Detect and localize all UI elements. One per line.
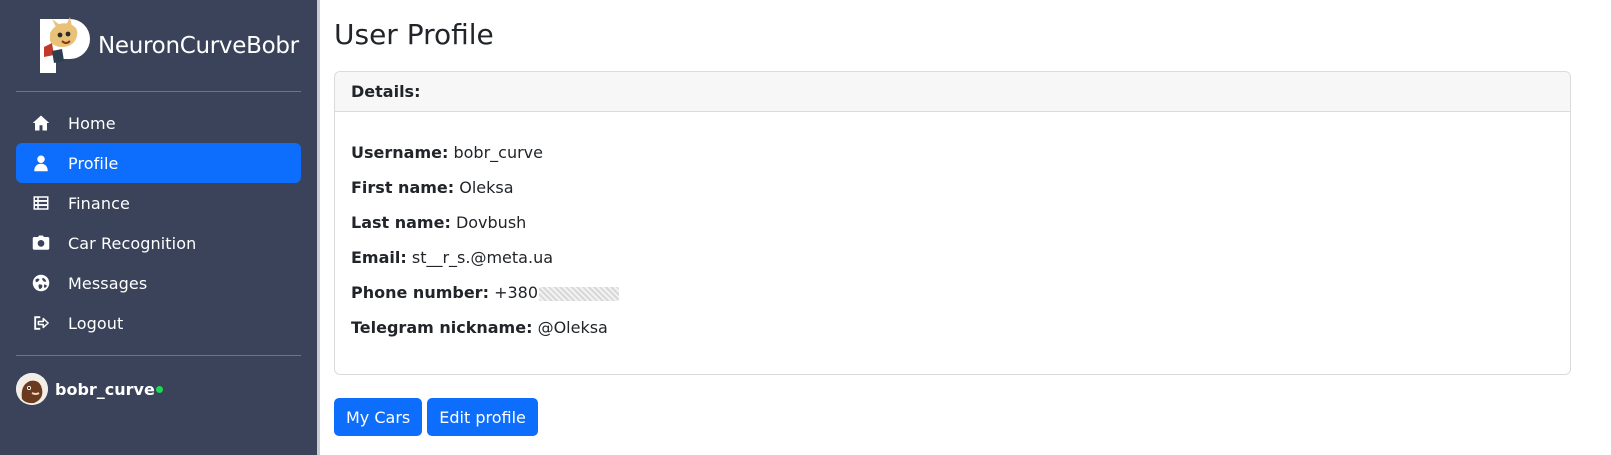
globe-icon (30, 272, 52, 294)
username-value: bobr_curve (453, 143, 543, 162)
phone-value: +380 (494, 283, 539, 302)
user-menu[interactable]: bobr_curve (16, 372, 301, 406)
telegram-label: Telegram nickname: (351, 318, 533, 337)
home-icon (30, 112, 52, 134)
username-label: Username: (351, 143, 449, 162)
first-name-row: First name: Oleksa (351, 177, 1554, 212)
first-name-value: Oleksa (459, 178, 514, 197)
sidebar-item-label: Finance (68, 193, 130, 213)
brand[interactable]: NeuronCurveBobr (16, 16, 301, 76)
telegram-value: @Oleksa (537, 318, 608, 337)
last-name-label: Last name: (351, 213, 451, 232)
phone-row: Phone number: +380 (351, 282, 1554, 317)
user-name: bobr_curve (55, 379, 155, 399)
edit-profile-button[interactable]: Edit profile (427, 398, 538, 436)
sidebar-item-home[interactable]: Home (16, 103, 301, 143)
main-content: User Profile Details: Username: bobr_cur… (320, 0, 1611, 455)
bobr-logo (36, 17, 92, 75)
brand-title: NeuronCurveBobr (98, 33, 299, 59)
username-row: Username: bobr_curve (351, 142, 1554, 177)
sidebar-nav: Home Profile Finance Car Recognition Mes… (16, 103, 301, 343)
email-row: Email: st__r_s.@meta.ua (351, 247, 1554, 282)
sidebar-item-label: Car Recognition (68, 233, 197, 253)
avatar (16, 373, 48, 405)
sidebar-divider (16, 91, 301, 92)
telegram-row: Telegram nickname: @Oleksa (351, 317, 1554, 352)
last-name-value: Dovbush (455, 213, 527, 232)
sidebar-item-label: Logout (68, 313, 124, 333)
sidebar-item-finance[interactable]: Finance (16, 183, 301, 223)
sidebar-item-messages[interactable]: Messages (16, 263, 301, 303)
phone-label: Phone number: (351, 283, 489, 302)
first-name-label: First name: (351, 178, 455, 197)
my-cars-button[interactable]: My Cars (334, 398, 423, 436)
sidebar-item-logout[interactable]: Logout (16, 303, 301, 343)
details-card: Details: Username: bobr_curve First name… (334, 71, 1571, 375)
user-icon (30, 152, 52, 174)
sidebar-divider (16, 355, 301, 356)
sidebar: NeuronCurveBobr Home Profile Finance Car… (0, 0, 320, 455)
sidebar-item-car-recognition[interactable]: Car Recognition (16, 223, 301, 263)
logout-icon (30, 312, 52, 334)
sidebar-item-profile[interactable]: Profile (16, 143, 301, 183)
online-status-dot (155, 385, 163, 393)
camera-icon (30, 232, 52, 254)
sidebar-item-label: Home (68, 113, 116, 133)
sidebar-item-label: Profile (68, 153, 119, 173)
page-title: User Profile (334, 18, 494, 51)
email-value: st__r_s.@meta.ua (411, 248, 554, 267)
sidebar-item-label: Messages (68, 273, 148, 293)
action-buttons: My Cars Edit profile (334, 398, 1603, 436)
card-header: Details: (335, 72, 1570, 112)
last-name-row: Last name: Dovbush (351, 212, 1554, 247)
redacted-phone-digits (539, 286, 620, 301)
email-label: Email: (351, 248, 407, 267)
list-icon (30, 192, 52, 214)
card-body: Username: bobr_curve First name: Oleksa … (335, 112, 1570, 374)
